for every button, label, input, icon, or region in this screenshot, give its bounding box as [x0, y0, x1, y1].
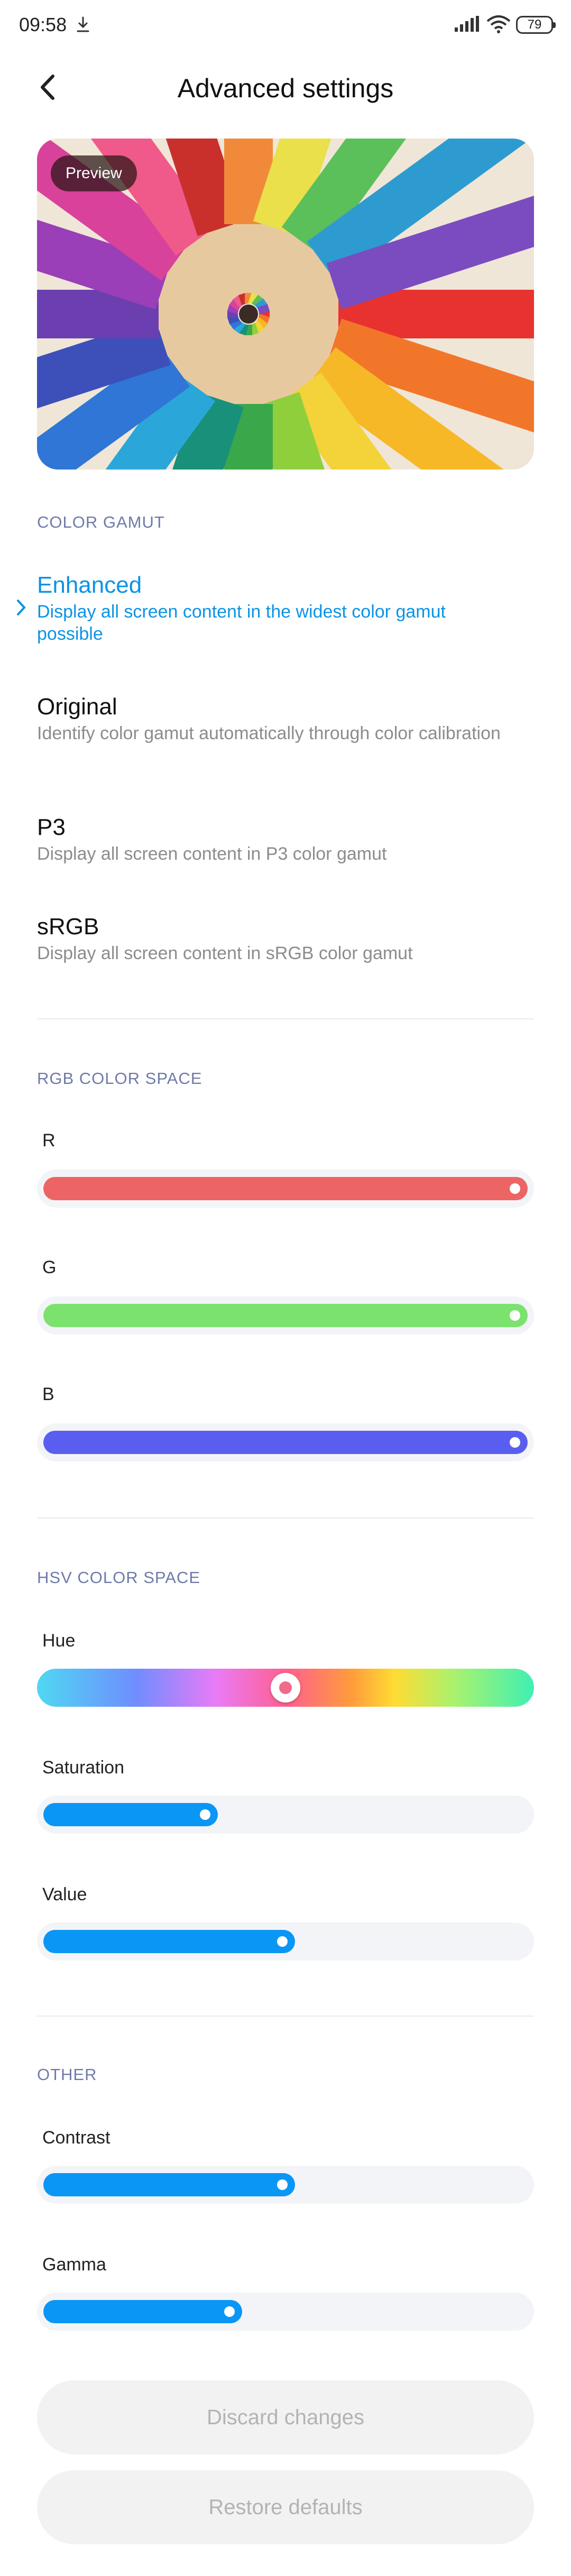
header: Advanced settings: [0, 58, 571, 116]
slider-b[interactable]: [37, 1423, 534, 1461]
gamut-option-enhanced[interactable]: Enhanced Display all screen content in t…: [37, 572, 534, 645]
section-title-rgb: RGB COLOR SPACE: [37, 1069, 202, 1088]
slider-fill: [43, 1177, 528, 1200]
gamut-option-name: P3: [37, 814, 66, 840]
gamut-option-description: Display all screen content in the widest…: [37, 602, 446, 644]
gamut-option-srgb[interactable]: sRGB Display all screen content in sRGB …: [37, 914, 534, 964]
chevron-right-icon: [17, 600, 26, 615]
divider: [37, 2016, 534, 2017]
slider-gamma[interactable]: [37, 2293, 534, 2331]
divider: [37, 1517, 534, 1519]
slider-fill: [43, 2173, 296, 2196]
battery-indicator: 79: [516, 16, 556, 34]
slider-fill: [43, 1803, 218, 1826]
slider-knob[interactable]: [510, 1183, 520, 1194]
section-title-hsv: HSV COLOR SPACE: [37, 1568, 201, 1587]
slider-label-hue: Hue: [42, 1631, 76, 1651]
gamut-option-description: Identify color gamut automatically throu…: [37, 723, 501, 743]
restore-defaults-button[interactable]: Restore defaults: [37, 2470, 534, 2544]
wifi-icon: [486, 15, 511, 33]
slider-fill: [43, 1304, 528, 1327]
slider-knob[interactable]: [199, 1809, 210, 1820]
slider-fill: [43, 1930, 296, 1953]
slider-saturation[interactable]: [37, 1796, 534, 1834]
slider-label-r: R: [42, 1130, 56, 1151]
divider: [37, 1018, 534, 1019]
gamut-option-p3[interactable]: P3 Display all screen content in P3 colo…: [37, 814, 534, 865]
section-title-other: OTHER: [37, 2065, 97, 2084]
page-title: Advanced settings: [177, 73, 394, 103]
slider-label-b: B: [42, 1384, 54, 1404]
download-icon: [77, 16, 89, 32]
hue-knob[interactable]: [271, 1673, 300, 1703]
slider-label-contrast: Contrast: [42, 2128, 110, 2148]
status-time: 09:58: [19, 14, 67, 35]
slider-value[interactable]: [37, 1922, 534, 1961]
slider-knob[interactable]: [510, 1437, 520, 1448]
preview-image: Preview: [37, 139, 534, 470]
gamut-option-name: Enhanced: [37, 572, 142, 598]
slider-label-g: G: [42, 1257, 57, 1277]
gamut-option-original[interactable]: Original Identify color gamut automatica…: [37, 694, 534, 744]
slider-fill: [43, 1431, 528, 1454]
slider-label-gamma: Gamma: [42, 2255, 106, 2275]
slider-hue[interactable]: [37, 1669, 534, 1707]
discard-changes-button[interactable]: Discard changes: [37, 2380, 534, 2454]
slider-label-saturation: Saturation: [42, 1758, 124, 1778]
slider-knob[interactable]: [510, 1310, 520, 1321]
slider-contrast[interactable]: [37, 2166, 534, 2204]
section-title-color-gamut: COLOR GAMUT: [37, 513, 165, 531]
signal-icon: [455, 16, 479, 32]
status-bar: 09:58 79: [0, 0, 571, 53]
slider-r[interactable]: [37, 1170, 534, 1208]
gamut-option-name: sRGB: [37, 914, 99, 940]
slider-fill: [43, 2300, 242, 2323]
gamut-option-description: Display all screen content in P3 color g…: [37, 844, 387, 864]
gamut-option-name: Original: [37, 694, 117, 720]
gamut-option-description: Display all screen content in sRGB color…: [37, 943, 413, 963]
preview-badge: Preview: [51, 155, 137, 191]
slider-g[interactable]: [37, 1296, 534, 1335]
slider-knob[interactable]: [224, 2306, 235, 2317]
slider-label-value: Value: [42, 1884, 87, 1905]
